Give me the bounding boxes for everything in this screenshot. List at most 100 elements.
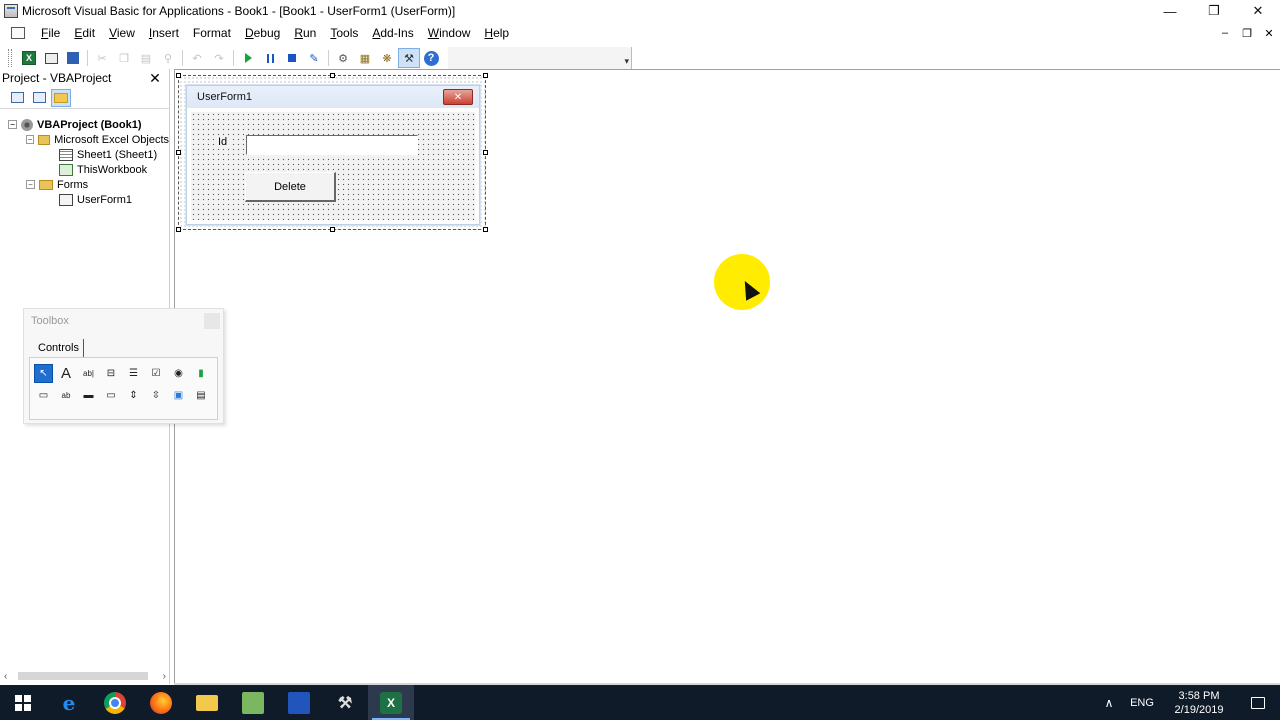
listbox-tool-icon[interactable]: ☰: [124, 364, 143, 383]
toolbox-close-button[interactable]: [204, 313, 220, 329]
taskbar-excel[interactable]: X: [368, 685, 414, 720]
collapse-icon[interactable]: −: [26, 135, 34, 144]
tree-item-excel-objects[interactable]: − Microsoft Excel Objects: [0, 132, 169, 147]
taskbar-save-app[interactable]: [276, 685, 322, 720]
toolbox-title-bar[interactable]: Toolbox: [24, 309, 223, 333]
menu-run[interactable]: Run: [287, 22, 323, 44]
menu-debug[interactable]: Debug: [238, 22, 287, 44]
userform-close-button[interactable]: ✕: [443, 89, 473, 105]
label-tool-icon[interactable]: A: [57, 364, 76, 383]
resize-handle[interactable]: [483, 150, 488, 155]
userform-title-bar[interactable]: UserForm1 ✕: [187, 86, 479, 108]
view-excel-button[interactable]: X: [18, 48, 40, 68]
tree-item-sheet1[interactable]: Sheet1 (Sheet1): [0, 147, 169, 162]
toolbar-grip[interactable]: [8, 49, 12, 67]
resize-handle[interactable]: [483, 73, 488, 78]
resize-handle[interactable]: [176, 150, 181, 155]
collapse-icon[interactable]: −: [8, 120, 17, 129]
toolbar-overflow[interactable]: [448, 47, 632, 69]
resize-handle[interactable]: [483, 227, 488, 232]
menu-window[interactable]: Window: [421, 22, 478, 44]
help-button[interactable]: ?: [420, 48, 442, 68]
vba-app-icon[interactable]: [4, 4, 18, 18]
design-mode-button[interactable]: ✎: [303, 48, 325, 68]
userform-canvas[interactable]: Id Delete: [191, 112, 475, 220]
view-code-button[interactable]: [7, 89, 27, 107]
undo-button[interactable]: ↶: [186, 48, 208, 68]
menu-insert[interactable]: Insert: [142, 22, 186, 44]
cut-button[interactable]: ✂: [91, 48, 113, 68]
taskbar-tools[interactable]: ⚒: [322, 685, 368, 720]
spinbutton-tool-icon[interactable]: ⇳: [147, 386, 166, 405]
collapse-icon[interactable]: −: [26, 180, 35, 189]
menu-tools[interactable]: Tools: [323, 22, 365, 44]
toggle-folders-button[interactable]: [51, 88, 71, 107]
taskbar-edge[interactable]: e: [46, 685, 92, 720]
delete-button[interactable]: Delete: [245, 172, 336, 202]
tree-item-vbaproject[interactable]: − VBAProject (Book1): [0, 117, 169, 132]
view-object-button[interactable]: [29, 89, 49, 107]
show-hidden-icons-icon[interactable]: ∧: [1096, 696, 1122, 710]
input-language[interactable]: ENG: [1122, 697, 1162, 709]
reset-button[interactable]: [281, 48, 303, 68]
mdi-close-button[interactable]: ✕: [1258, 27, 1280, 40]
resize-handle[interactable]: [176, 73, 181, 78]
scroll-right-icon[interactable]: ›: [163, 671, 166, 682]
start-button[interactable]: [0, 685, 46, 720]
minimize-button[interactable]: —: [1148, 0, 1192, 22]
save-button[interactable]: [62, 48, 84, 68]
insert-userform-button[interactable]: [40, 48, 62, 68]
document-menu-icon[interactable]: [11, 27, 25, 39]
taskbar-chrome[interactable]: [92, 685, 138, 720]
resize-handle[interactable]: [330, 73, 335, 78]
menu-view[interactable]: View: [102, 22, 142, 44]
project-explorer-button[interactable]: ⚙: [332, 48, 354, 68]
resize-handle[interactable]: [330, 227, 335, 232]
object-browser-button[interactable]: ❋: [376, 48, 398, 68]
project-panel-close-button[interactable]: ✕: [147, 70, 163, 86]
commandbutton-tool-icon[interactable]: ab: [57, 386, 76, 405]
userform1[interactable]: UserForm1 ✕ Id Delete: [186, 85, 480, 225]
properties-window-button[interactable]: ▦: [354, 48, 376, 68]
userform-selection-frame[interactable]: UserForm1 ✕ Id Delete: [176, 73, 488, 232]
scroll-thumb[interactable]: [18, 672, 148, 680]
break-button[interactable]: [259, 48, 281, 68]
tree-item-thisworkbook[interactable]: ThisWorkbook: [0, 162, 169, 177]
resize-handle[interactable]: [176, 227, 181, 232]
textbox-tool-icon[interactable]: ab|: [79, 364, 98, 383]
id-textbox[interactable]: [246, 135, 418, 155]
frame-tool-icon[interactable]: ▭: [34, 386, 53, 405]
run-button[interactable]: [237, 48, 259, 68]
toolbox-button[interactable]: ⚒: [398, 48, 420, 68]
userform-designer[interactable]: UserForm1 ✕ Id Delete: [174, 69, 1280, 683]
tab-controls[interactable]: Controls: [34, 339, 84, 357]
menu-edit[interactable]: Edit: [67, 22, 102, 44]
multipage-tool-icon[interactable]: ▭: [102, 386, 121, 405]
refedit-tool-icon[interactable]: ▤: [192, 386, 211, 405]
tree-item-userform1[interactable]: UserForm1: [0, 192, 169, 207]
project-horizontal-scrollbar[interactable]: ‹ ›: [0, 668, 170, 684]
taskbar-notepad[interactable]: [230, 685, 276, 720]
select-objects-tool-icon[interactable]: ↖: [34, 364, 53, 383]
mdi-minimize-button[interactable]: ‒: [1214, 27, 1236, 39]
tabstrip-tool-icon[interactable]: ▬: [79, 386, 98, 405]
image-tool-icon[interactable]: ▣: [169, 386, 188, 405]
paste-button[interactable]: ▤: [135, 48, 157, 68]
checkbox-tool-icon[interactable]: ☑: [147, 364, 166, 383]
mdi-restore-button[interactable]: ❐: [1236, 27, 1258, 40]
taskbar-file-explorer[interactable]: [184, 685, 230, 720]
find-button[interactable]: ⚲: [157, 48, 179, 68]
menu-file[interactable]: File: [34, 22, 67, 44]
redo-button[interactable]: ↷: [208, 48, 230, 68]
action-center-button[interactable]: [1236, 696, 1280, 709]
id-label[interactable]: Id: [216, 136, 230, 148]
menu-add-ins[interactable]: Add-Ins: [365, 22, 420, 44]
clock[interactable]: 3:58 PM 2/19/2019: [1162, 689, 1236, 717]
tree-item-forms[interactable]: − Forms: [0, 177, 169, 192]
combobox-tool-icon[interactable]: ⊟: [102, 364, 121, 383]
restore-button[interactable]: ❐: [1192, 0, 1236, 22]
scrollbar-tool-icon[interactable]: ⇕: [124, 386, 143, 405]
copy-button[interactable]: ❐: [113, 48, 135, 68]
menu-format[interactable]: Format: [186, 22, 238, 44]
close-button[interactable]: ✕: [1236, 0, 1280, 22]
